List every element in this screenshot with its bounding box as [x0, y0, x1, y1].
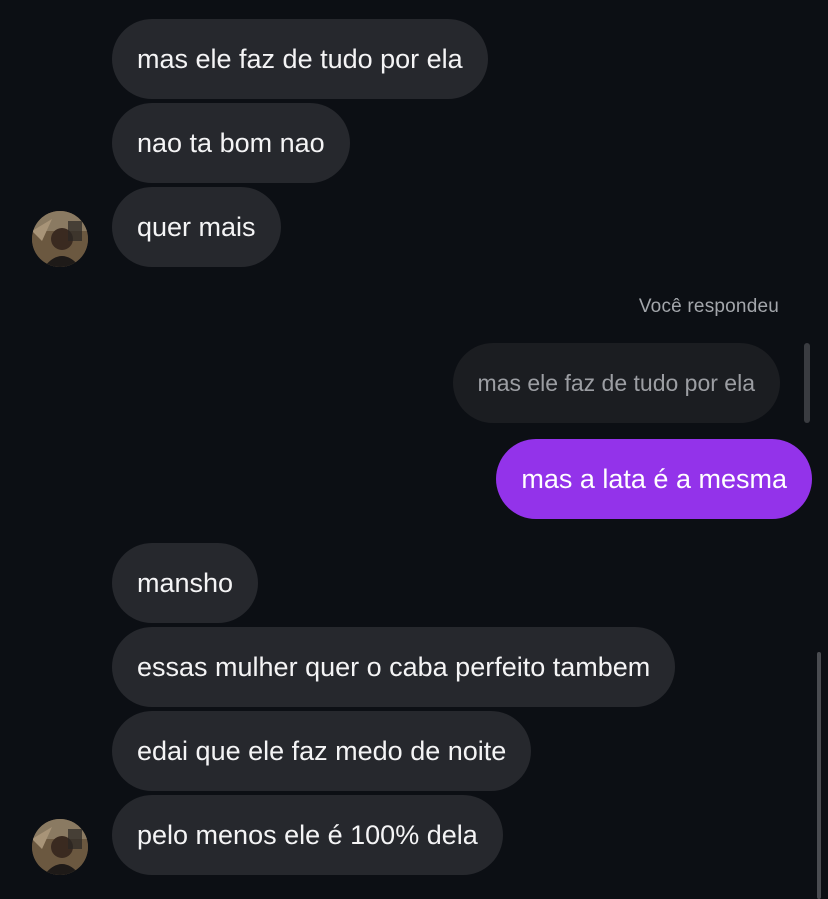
quoted-message[interactable]: mas ele faz de tudo por ela: [452, 343, 780, 423]
sender-avatar[interactable]: [32, 819, 88, 875]
outgoing-message[interactable]: mas a lata é a mesma: [496, 439, 812, 519]
incoming-message[interactable]: mas ele faz de tudo por ela: [112, 19, 488, 99]
incoming-message[interactable]: pelo menos ele é 100% dela: [112, 795, 503, 875]
incoming-message[interactable]: mansho: [112, 543, 259, 623]
quote-indicator-bar: [804, 343, 810, 423]
avatar-photo-icon: [32, 211, 88, 267]
reply-context-label: Você respondeu: [638, 296, 779, 317]
avatar-photo-icon: [32, 819, 88, 875]
scrollbar[interactable]: [817, 652, 821, 899]
incoming-message[interactable]: quer mais: [112, 187, 281, 267]
incoming-message[interactable]: essas mulher quer o caba perfeito tambem: [112, 627, 676, 707]
sender-avatar[interactable]: [32, 211, 88, 267]
incoming-message[interactable]: edai que ele faz medo de noite: [112, 711, 532, 791]
chat-thread: mas ele faz de tudo por ela nao ta bom n…: [0, 0, 828, 899]
incoming-message[interactable]: nao ta bom nao: [112, 103, 350, 183]
